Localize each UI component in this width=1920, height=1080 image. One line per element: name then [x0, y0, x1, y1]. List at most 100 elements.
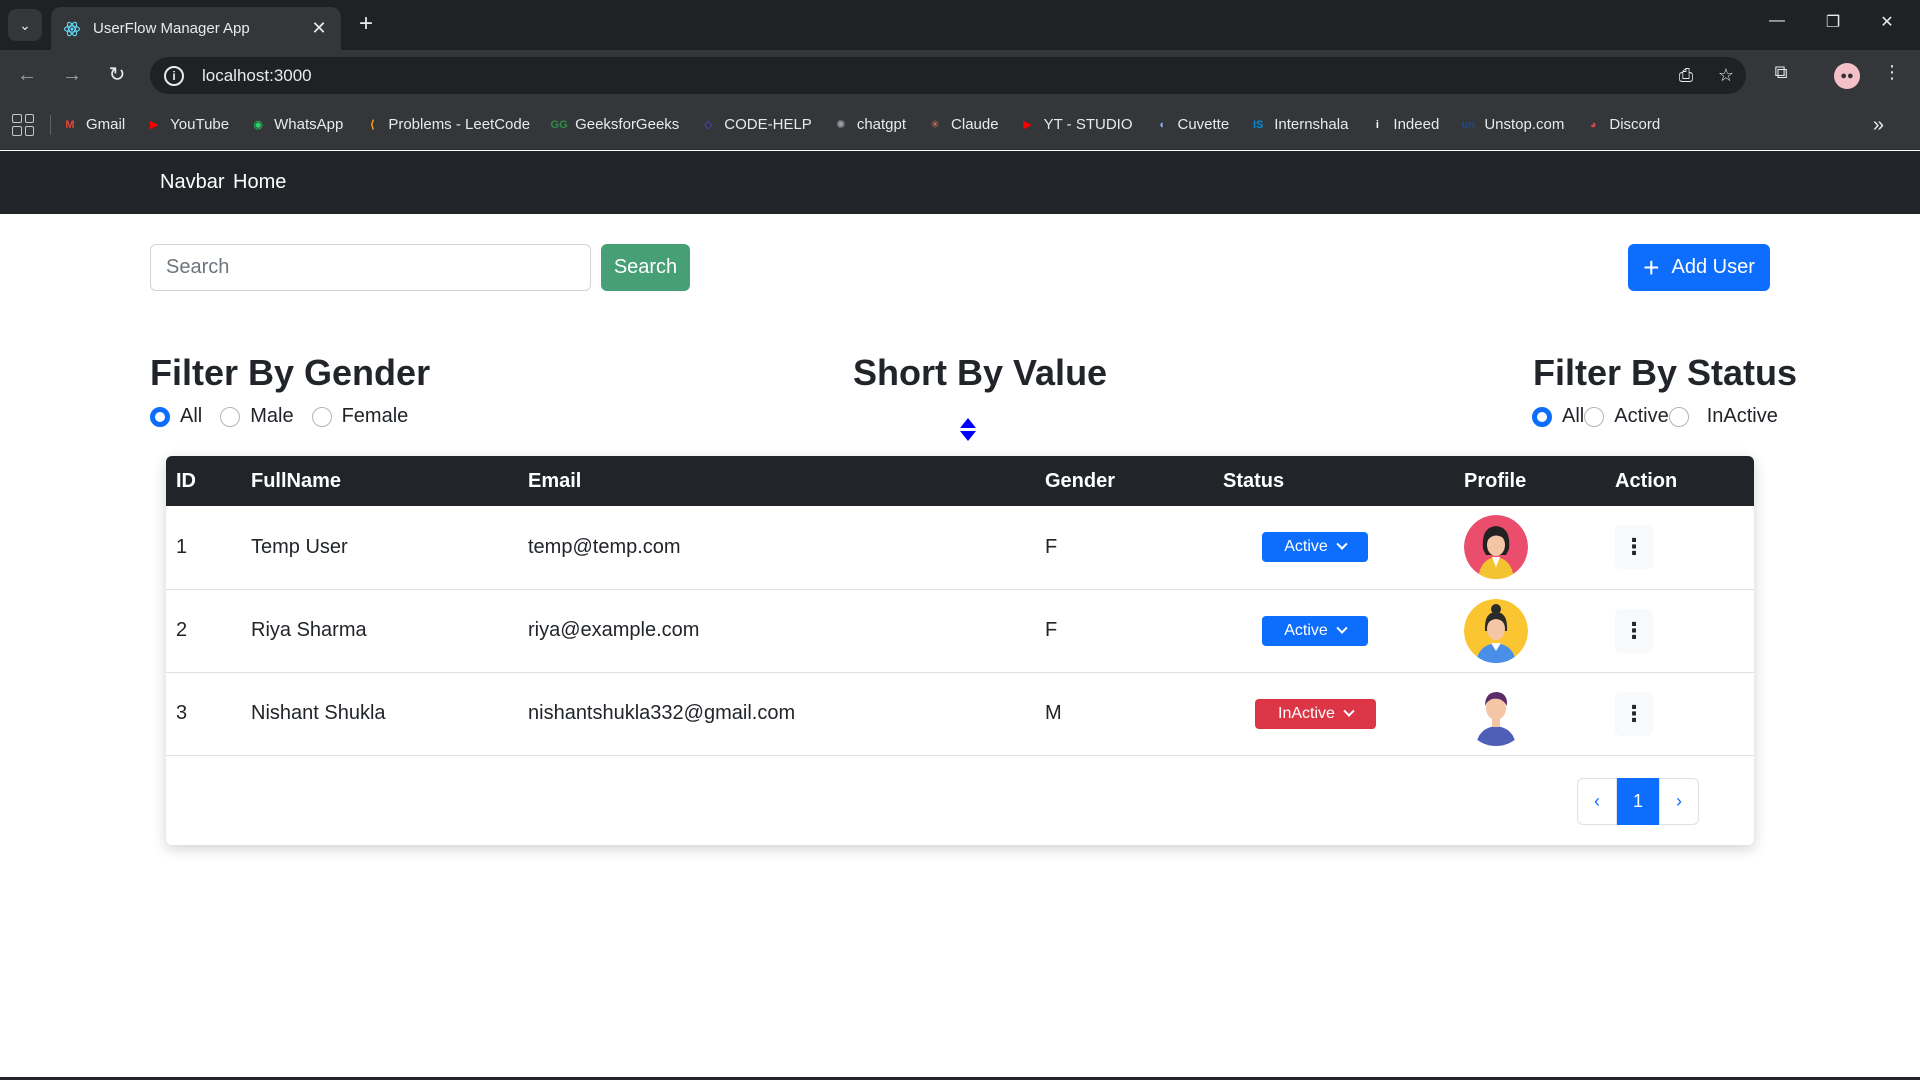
add-user-label: Add User — [1671, 256, 1755, 278]
bookmark-item[interactable]: M Gmail — [61, 116, 125, 134]
restore-icon[interactable]: ❐ — [1818, 12, 1848, 32]
bookmark-item[interactable]: ✺ chatgpt — [832, 116, 906, 134]
bookmark-label: Gmail — [86, 116, 126, 133]
gender-option-male[interactable]: Male — [220, 405, 294, 428]
url-text[interactable]: localhost:3000 — [202, 66, 1666, 86]
tab-search-dropdown[interactable]: ⌄ — [8, 9, 42, 41]
extensions-icon[interactable]: ⧉ — [1766, 62, 1796, 83]
search-button[interactable]: Search — [601, 244, 690, 291]
radio-all-gender[interactable] — [150, 406, 170, 427]
bookmark-item[interactable]: ▶ YouTube — [145, 116, 229, 134]
status-dropdown-inactive[interactable]: InActive — [1255, 698, 1376, 729]
browser-tab-active[interactable]: UserFlow Manager App ✕ — [51, 7, 341, 50]
profile-avatar[interactable]: ●● — [1834, 63, 1860, 89]
reload-icon[interactable]: ↻ — [104, 62, 130, 88]
radio-male[interactable] — [220, 406, 241, 427]
header-status: Status — [1223, 469, 1285, 492]
status-label: Active — [1284, 538, 1328, 556]
table-row: 1 Temp User temp@temp.com F Active ⋮ — [166, 506, 1754, 590]
minimize-icon[interactable]: — — [1762, 12, 1792, 30]
bookmark-label: Problems - LeetCode — [388, 116, 531, 133]
new-tab-button[interactable]: + — [352, 11, 380, 39]
radio-female[interactable] — [311, 406, 332, 427]
bookmark-item[interactable]: un Unstop.com — [1459, 116, 1565, 134]
forward-icon[interactable]: → — [59, 62, 85, 88]
add-user-button[interactable]: + Add User — [1628, 244, 1770, 291]
radio-active[interactable] — [1584, 406, 1605, 427]
search-input[interactable] — [150, 244, 591, 291]
bookmark-item[interactable]: ◉ WhatsApp — [249, 116, 343, 134]
radio-all-status[interactable] — [1532, 406, 1552, 427]
more-bookmarks-icon[interactable]: » — [1873, 114, 1884, 137]
gmail-icon: M — [65, 118, 75, 131]
bookmark-label: Indeed — [1393, 116, 1440, 133]
install-app-icon[interactable]: ⎙ — [1666, 65, 1706, 86]
bookmark-item[interactable]: i Indeed — [1368, 116, 1439, 134]
bookmarks-bar: M Gmail ▶ YouTube ◉ WhatsApp ⟨ Problems - LeetC… — [0, 100, 1920, 150]
status-dropdown-active[interactable]: Active — [1262, 615, 1368, 646]
back-icon[interactable]: ← — [14, 62, 40, 88]
bookmark-item[interactable]: ◇ CODE-HELP — [699, 116, 812, 134]
plus-icon: + — [1643, 251, 1660, 283]
pagination-next-button[interactable]: › — [1659, 778, 1699, 825]
chevron-down-icon — [1336, 622, 1348, 634]
cell-gender: F — [1035, 589, 1213, 673]
unstop-icon: un — [1461, 118, 1476, 131]
codehelp-icon: ◇ — [704, 119, 713, 131]
menu-icon[interactable]: ⋮ — [1877, 62, 1907, 83]
radio-inactive[interactable] — [1668, 406, 1689, 427]
gender-option-all[interactable]: All — [150, 405, 202, 428]
avatar — [1464, 681, 1528, 746]
users-table-card: ID FullName Email Gender Status Profile … — [166, 456, 1754, 845]
pagination-prev-button[interactable]: ‹ — [1577, 778, 1617, 825]
status-dropdown-active[interactable]: Active — [1262, 532, 1368, 563]
cell-gender: F — [1035, 506, 1213, 590]
apps-grid-icon[interactable] — [12, 113, 34, 136]
bookmark-label: chatgpt — [856, 116, 907, 133]
row-actions-menu-icon[interactable]: ⋮ — [1615, 608, 1653, 653]
cell-status: Active — [1213, 589, 1454, 673]
cell-status: InActive — [1213, 672, 1454, 756]
cell-id: 3 — [166, 672, 241, 756]
status-option-inactive[interactable]: InActive — [1668, 405, 1778, 428]
cell-email: nishantshukla332@gmail.com — [518, 672, 1035, 756]
bookmark-item[interactable]: ◖ Cuvette — [1153, 116, 1230, 134]
status-option-all[interactable]: All — [1532, 405, 1584, 428]
header-fullname: FullName — [251, 469, 342, 492]
address-bar[interactable]: i localhost:3000 ⎙ ☆ — [150, 57, 1746, 94]
pagination: ‹ 1 › — [1577, 778, 1699, 825]
pagination-page-current[interactable]: 1 — [1617, 778, 1659, 825]
bookmark-item[interactable]: ⟨ Problems - LeetCode — [363, 116, 530, 134]
site-info-icon[interactable]: i — [164, 65, 184, 86]
cell-email: temp@temp.com — [518, 506, 1035, 590]
chevron-down-icon — [1336, 538, 1348, 551]
bookmark-label: Cuvette — [1177, 116, 1230, 133]
bookmark-label: Discord — [1609, 116, 1661, 133]
status-label: InActive — [1278, 704, 1335, 722]
bookmark-label: Internshala — [1274, 116, 1349, 133]
users-table: ID FullName Email Gender Status Profile … — [166, 456, 1754, 756]
cell-profile — [1454, 506, 1605, 590]
bookmark-item[interactable]: IS Internshala — [1249, 116, 1348, 134]
row-actions-menu-icon[interactable]: ⋮ — [1615, 691, 1653, 736]
bookmark-star-icon[interactable]: ☆ — [1706, 65, 1746, 86]
status-option-active[interactable]: Active — [1584, 405, 1669, 428]
bookmark-item[interactable]: GG GeeksforGeeks — [550, 116, 680, 134]
cell-fullname: Nishant Shukla — [241, 672, 518, 756]
navbar-brand[interactable]: Navbar — [160, 171, 224, 194]
header-gender: Gender — [1045, 469, 1116, 492]
bookmark-item[interactable]: ✳ Claude — [926, 116, 998, 134]
bookmark-label: YouTube — [170, 116, 230, 133]
close-tab-icon[interactable]: ✕ — [309, 18, 329, 39]
row-actions-menu-icon[interactable]: ⋮ — [1615, 525, 1653, 570]
tab-title: UserFlow Manager App — [93, 20, 250, 37]
bookmark-item[interactable]: ◕ Discord — [1584, 116, 1660, 134]
gender-filter-options: All Male Female — [150, 405, 408, 428]
bookmark-label: CODE-HELP — [724, 116, 812, 133]
gender-option-female[interactable]: Female — [311, 405, 408, 428]
sort-icon[interactable] — [960, 418, 976, 442]
bookmark-label: GeeksforGeeks — [575, 116, 680, 133]
close-window-icon[interactable]: ✕ — [1872, 12, 1902, 32]
bookmark-item[interactable]: ▶ YT - STUDIO — [1019, 116, 1132, 134]
nav-link-home[interactable]: Home — [233, 171, 286, 194]
